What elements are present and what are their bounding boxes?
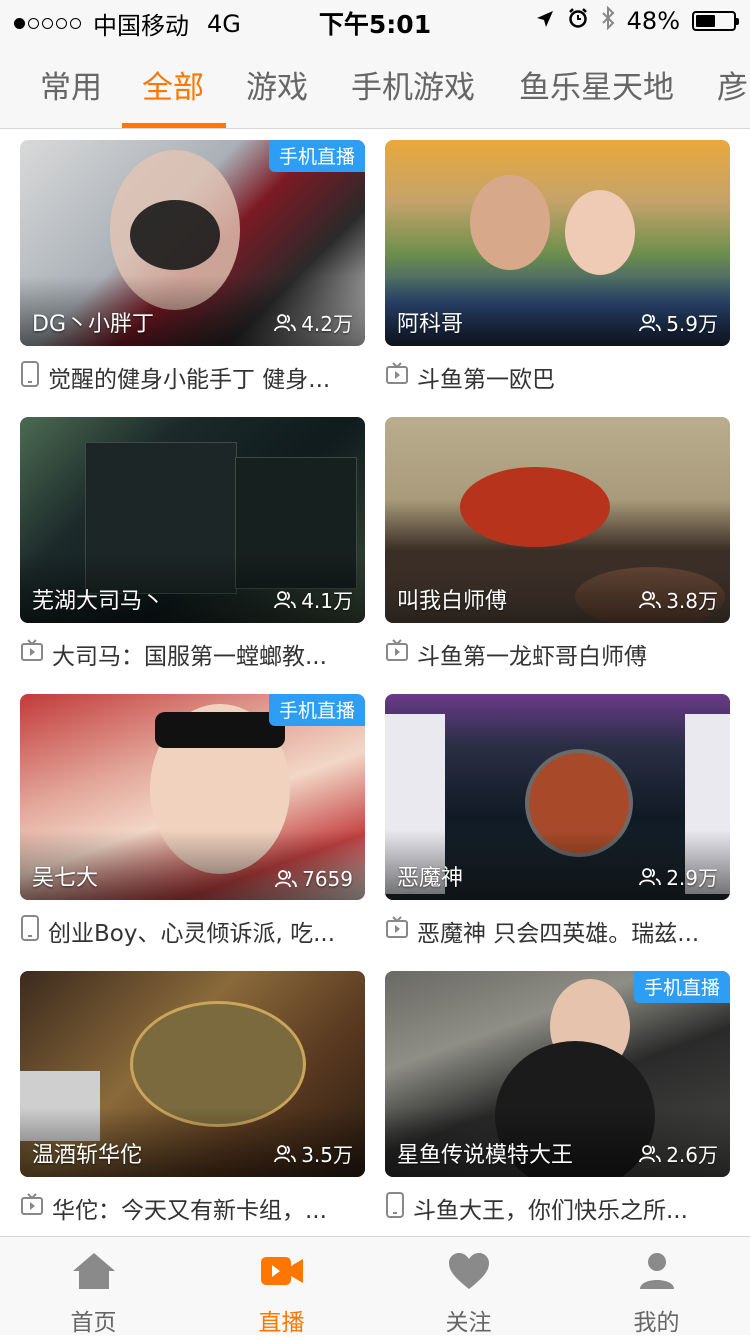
tv-icon xyxy=(20,1193,44,1223)
bluetooth-icon xyxy=(601,5,615,36)
battery-percent: 48% xyxy=(626,7,680,35)
phone-icon xyxy=(20,915,40,947)
stream-caption[interactable]: 斗鱼第一龙虾哥白师傅 xyxy=(385,637,730,671)
nav-follow-label: 关注 xyxy=(445,1310,492,1336)
stream-caption[interactable]: 斗鱼第一欧巴 xyxy=(385,360,730,394)
stream-thumbnail[interactable]: 温酒斩华佗 3.5万 xyxy=(20,971,365,1177)
tv-icon xyxy=(20,639,44,669)
phone-icon xyxy=(385,1192,405,1224)
stream-thumbnail[interactable]: 恶魔神 2.9万 xyxy=(385,694,730,900)
tv-icon xyxy=(385,639,409,669)
stream-title: 斗鱼第一龙虾哥白师傅 xyxy=(417,644,647,670)
viewer-count: 3.5万 xyxy=(274,1139,353,1168)
bottom-nav: 首页 直播 关注 我的 xyxy=(0,1236,750,1336)
tab-partial[interactable]: 彦 xyxy=(717,62,748,107)
viewers-icon xyxy=(639,867,662,886)
tv-icon xyxy=(385,916,409,946)
stream-card[interactable]: 恶魔神 2.9万 恶魔神 只会四英雄。瑞兹... xyxy=(385,694,730,948)
stream-caption[interactable]: 华佗：今天又有新卡组，... xyxy=(20,1191,365,1225)
status-right: 48% xyxy=(535,5,739,36)
viewer-count: 7659 xyxy=(275,867,353,891)
viewers-icon xyxy=(639,313,662,332)
stream-title: 斗鱼第一欧巴 xyxy=(417,367,555,393)
stream-title: 恶魔神 只会四英雄。瑞兹... xyxy=(417,921,700,947)
viewers-icon xyxy=(274,1144,297,1163)
stream-card[interactable]: 阿科哥 5.9万 斗鱼第一欧巴 xyxy=(385,140,730,394)
video-camera-icon xyxy=(188,1251,375,1291)
viewer-count: 5.9万 xyxy=(639,308,718,337)
mobile-live-badge: 手机直播 xyxy=(268,694,365,726)
anchor-name: 叫我白师傅 xyxy=(397,589,508,614)
mobile-live-badge: 手机直播 xyxy=(633,971,730,1003)
viewers-icon xyxy=(275,870,297,888)
stream-caption[interactable]: 觉醒的健身小能手丁 健身... xyxy=(20,360,365,394)
mobile-live-badge: 手机直播 xyxy=(268,140,365,172)
viewer-count: 2.6万 xyxy=(639,1139,718,1168)
tab-games[interactable]: 游戏 xyxy=(246,62,308,107)
stream-title: 觉醒的健身小能手丁 健身... xyxy=(48,367,331,393)
home-icon xyxy=(0,1251,187,1291)
nav-home[interactable]: 首页 xyxy=(0,1237,187,1336)
stream-caption[interactable]: 斗鱼大王，你们快乐之所... xyxy=(385,1191,730,1225)
stream-thumbnail[interactable]: 芜湖大司马丶 4.1万 xyxy=(20,417,365,623)
active-tab-indicator xyxy=(122,123,226,128)
stream-card[interactable]: 手机直播 DG丶小胖丁 4.2万 觉醒的健身小能手丁 健身... xyxy=(20,140,365,394)
anchor-name: 吴七大 xyxy=(32,866,99,891)
anchor-name: 星鱼传说模特大王 xyxy=(397,1143,574,1168)
category-tabs: 常用 全部 游戏 手机游戏 鱼乐星天地 彦 xyxy=(0,40,750,129)
stream-card[interactable]: 手机直播 星鱼传说模特大王 2.6万 斗鱼大王，你们快乐之所... xyxy=(385,971,730,1225)
viewers-icon xyxy=(274,590,297,609)
stream-thumbnail[interactable]: 手机直播 星鱼传说模特大王 2.6万 xyxy=(385,971,730,1177)
user-icon xyxy=(563,1251,750,1291)
viewer-count: 3.8万 xyxy=(639,585,718,614)
tab-mobile-games[interactable]: 手机游戏 xyxy=(351,62,475,107)
tab-all[interactable]: 全部 xyxy=(142,62,204,107)
location-icon xyxy=(535,7,555,35)
tab-fish-star-world[interactable]: 鱼乐星天地 xyxy=(519,62,674,107)
stream-thumbnail[interactable]: 手机直播 DG丶小胖丁 4.2万 xyxy=(20,140,365,346)
nav-live-label: 直播 xyxy=(258,1310,305,1336)
tab-common[interactable]: 常用 xyxy=(40,62,102,107)
anchor-name: 恶魔神 xyxy=(397,866,464,891)
phone-icon xyxy=(20,361,40,393)
stream-thumbnail[interactable]: 手机直播 吴七大 7659 xyxy=(20,694,365,900)
viewer-count: 2.9万 xyxy=(639,862,718,891)
alarm-icon xyxy=(567,7,589,35)
stream-card[interactable]: 芜湖大司马丶 4.1万 大司马：国服第一螳螂教... xyxy=(20,417,365,671)
viewers-icon xyxy=(274,313,297,332)
viewer-count: 4.1万 xyxy=(274,585,353,614)
stream-title: 大司马：国服第一螳螂教... xyxy=(52,644,327,670)
stream-caption[interactable]: 大司马：国服第一螳螂教... xyxy=(20,637,365,671)
tv-icon xyxy=(385,362,409,392)
stream-title: 创业Boy、心灵倾诉派, 吃... xyxy=(48,921,336,947)
stream-caption[interactable]: 恶魔神 只会四英雄。瑞兹... xyxy=(385,914,730,948)
nav-home-label: 首页 xyxy=(70,1310,117,1336)
status-bar: 中国移动 4G 下午5:01 48% xyxy=(0,0,750,40)
stream-card[interactable]: 温酒斩华佗 3.5万 华佗：今天又有新卡组，... xyxy=(20,971,365,1225)
viewers-icon xyxy=(639,590,662,609)
stream-card[interactable]: 叫我白师傅 3.8万 斗鱼第一龙虾哥白师傅 xyxy=(385,417,730,671)
viewers-icon xyxy=(639,1144,662,1163)
stream-title: 斗鱼大王，你们快乐之所... xyxy=(413,1198,688,1224)
anchor-name: 阿科哥 xyxy=(397,312,464,337)
battery-icon xyxy=(692,11,739,31)
viewer-count: 4.2万 xyxy=(274,308,353,337)
nav-follow[interactable]: 关注 xyxy=(375,1237,562,1336)
nav-live[interactable]: 直播 xyxy=(188,1237,375,1336)
anchor-name: DG丶小胖丁 xyxy=(32,312,154,337)
stream-caption[interactable]: 创业Boy、心灵倾诉派, 吃... xyxy=(20,914,365,948)
stream-thumbnail[interactable]: 阿科哥 5.9万 xyxy=(385,140,730,346)
nav-me-label: 我的 xyxy=(633,1310,680,1336)
nav-me[interactable]: 我的 xyxy=(563,1237,750,1336)
heart-icon xyxy=(375,1251,562,1291)
stream-card[interactable]: 手机直播 吴七大 7659 创业Boy、心灵倾诉派, 吃... xyxy=(20,694,365,948)
anchor-name: 芜湖大司马丶 xyxy=(32,589,165,614)
anchor-name: 温酒斩华佗 xyxy=(32,1143,143,1168)
stream-thumbnail[interactable]: 叫我白师傅 3.8万 xyxy=(385,417,730,623)
stream-title: 华佗：今天又有新卡组，... xyxy=(52,1198,327,1224)
